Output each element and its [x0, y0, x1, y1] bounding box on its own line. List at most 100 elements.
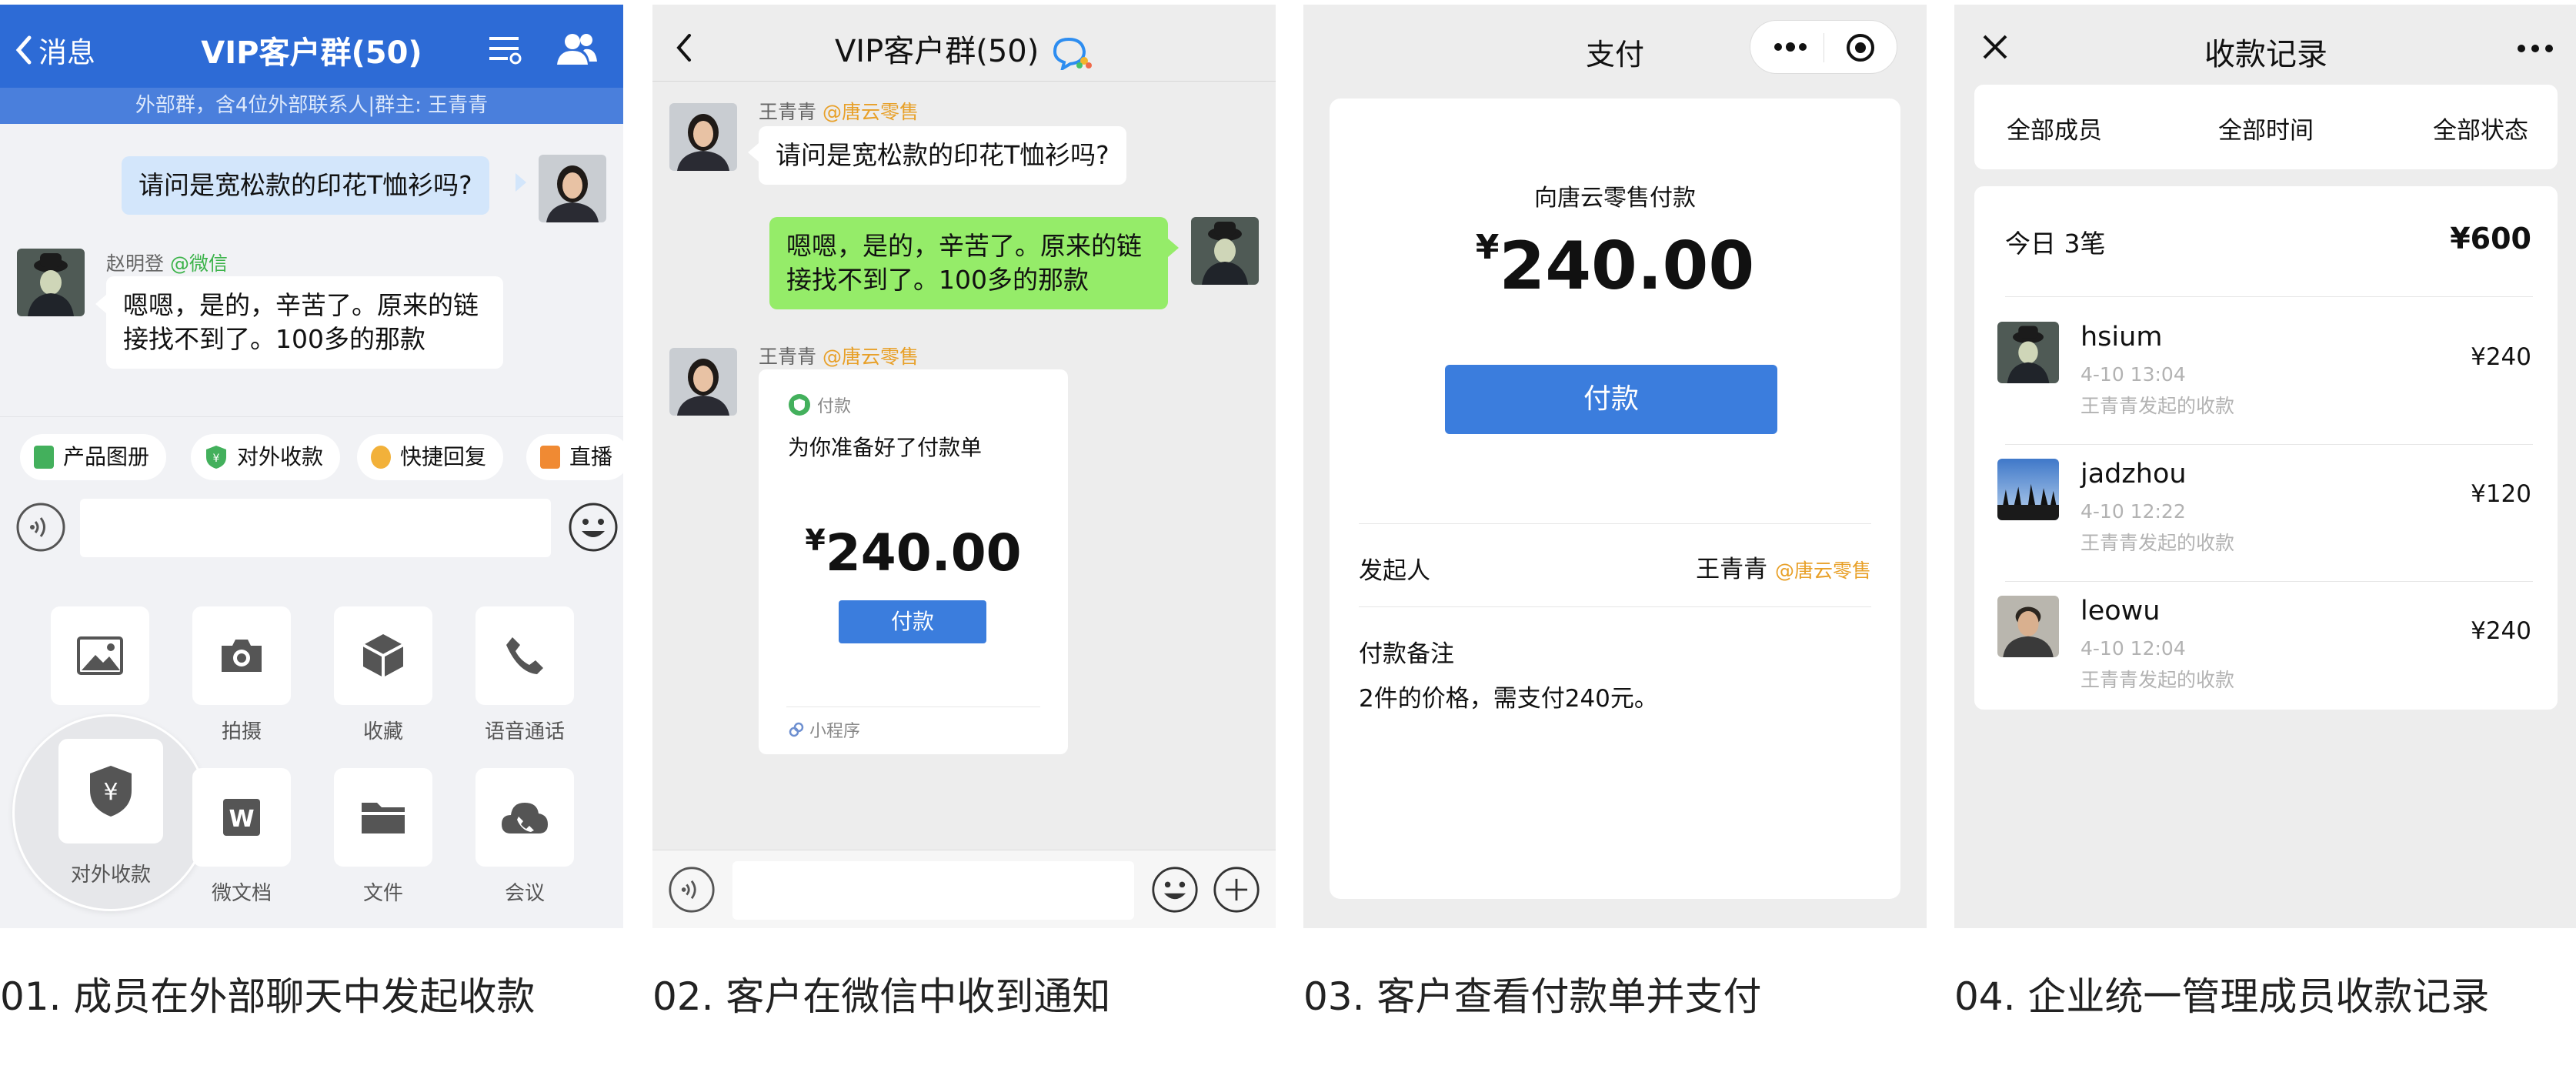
list-settings-icon[interactable]: [488, 34, 522, 65]
record-time: 4-10 12:22: [2080, 500, 2186, 523]
screen-wecom-chat: 消息 VIP客户群(50) 外部群，含4位外部联系人|群主: 王青青 请问是宽松…: [0, 5, 623, 928]
record-row[interactable]: leowu 4-10 12:04 王青青发起的收款 ¥240: [1974, 582, 2558, 719]
record-row[interactable]: hsium 4-10 13:04 王青青发起的收款 ¥240: [1974, 308, 2558, 445]
message-input[interactable]: [80, 499, 551, 557]
plus-icon[interactable]: [1213, 866, 1260, 914]
message-sender: 王青青 @唐云零售: [759, 97, 919, 125]
record-amount: ¥240: [2471, 617, 2531, 645]
top-bar: 消息 VIP客户群(50) 外部群，含4位外部联系人|群主: 王青青: [0, 5, 623, 124]
catalog-icon: [34, 446, 54, 469]
chip-quick-reply[interactable]: 快捷回复: [357, 434, 504, 480]
folder-icon: [362, 803, 405, 833]
card-pay-button[interactable]: 付款: [839, 600, 986, 643]
chip-product-catalog[interactable]: 产品图册: [20, 434, 167, 480]
tool-voice-call[interactable]: [475, 606, 574, 705]
screen-wechat-chat: VIP客户群(50) 王青青 @唐云零售 请问是宽松款的印花T恤衫吗? 嗯嗯，是…: [652, 5, 1276, 928]
avatar[interactable]: [669, 348, 737, 416]
bubble-tail: [1168, 239, 1179, 257]
chat-title: VIP客户群(50): [201, 35, 422, 71]
cube-icon: [362, 634, 404, 677]
voice-input-icon[interactable]: [668, 866, 716, 914]
chat-area: 请问是宽松款的印花T恤衫吗? 赵明登 @微信 嗯嗯，是的，辛苦了。原来的链接找不…: [0, 124, 623, 416]
summary-amount: ¥600: [2450, 222, 2531, 256]
avatar[interactable]: [17, 249, 85, 316]
records-list: 今日 3笔 ¥600 hsium 4-10 13:04 王青青发起的收款 ¥24…: [1974, 186, 2558, 710]
chip-live[interactable]: 直播: [526, 434, 623, 480]
avatar[interactable]: [1191, 217, 1259, 285]
note-label: 付款备注: [1359, 640, 1454, 668]
input-row: [0, 482, 623, 574]
record-initiator: 王青青发起的收款: [2080, 669, 2235, 691]
note-text: 2件的价格，需支付240元。: [1359, 685, 1658, 713]
chip-label: 快捷回复: [400, 444, 487, 469]
tool-meeting[interactable]: [475, 768, 574, 867]
incoming-message: 请问是宽松款的印花T恤衫吗?: [759, 126, 1126, 185]
avatar: [1997, 459, 2059, 520]
card-amount: ¥240.00: [759, 523, 1068, 583]
shield-yen-icon: ¥: [206, 446, 226, 469]
tool-label: 拍摄: [221, 720, 262, 743]
caption-step-3: 03. 客户查看付款单并支付: [1303, 974, 1762, 1019]
filter-status[interactable]: 全部状态: [2433, 111, 2528, 145]
tool-doc[interactable]: W: [192, 768, 291, 867]
woman-portrait-image: [669, 103, 737, 171]
currency-symbol: ¥: [805, 523, 826, 557]
bowler-hat-portrait-image: [1997, 322, 2059, 383]
chat-title-text: VIP客户群(50): [834, 34, 1039, 69]
mini-program-capsule: [1750, 20, 1897, 74]
svg-text:¥: ¥: [103, 779, 118, 806]
tool-favorites[interactable]: [334, 606, 432, 705]
outgoing-message: 请问是宽松款的印花T恤衫吗?: [122, 156, 489, 215]
initiator-name: 王青青: [1696, 556, 1768, 583]
avatar: [1997, 596, 2059, 657]
tool-collect-payment[interactable]: ¥: [58, 739, 163, 843]
svg-text:¥: ¥: [213, 453, 220, 465]
record-name: leowu: [2080, 596, 2161, 626]
mini-program-footer: 小程序: [788, 717, 860, 742]
tool-photo[interactable]: [192, 606, 291, 705]
bubble-tail: [748, 143, 759, 162]
avatar: [1997, 322, 2059, 383]
caption-step-1: 01. 成员在外部聊天中发起收款: [0, 974, 536, 1019]
bowler-hat-portrait-image: [17, 249, 85, 316]
payment-card[interactable]: 付款 为你准备好了付款单 ¥240.00 付款 小程序: [759, 369, 1068, 754]
avatar[interactable]: [539, 155, 606, 222]
quick-reply-icon: [371, 446, 391, 469]
external-group-notice: 外部群，含4位外部联系人|群主: 王青青: [0, 88, 623, 124]
sender-org: @唐云零售: [822, 101, 919, 123]
payee-label: 向唐云零售付款: [1534, 185, 1696, 212]
chip-collect-payment[interactable]: ¥ 对外收款: [191, 434, 341, 480]
bubble-tail: [516, 173, 526, 192]
camera-icon: [222, 640, 262, 672]
members-icon[interactable]: [556, 31, 599, 68]
record-initiator: 王青青发起的收款: [2080, 532, 2235, 554]
payment-amount: ¥240.00: [1330, 228, 1900, 305]
emoji-icon[interactable]: [1151, 866, 1199, 914]
emoji-icon[interactable]: [568, 502, 619, 553]
voice-input-icon[interactable]: [15, 502, 66, 553]
caption-step-4: 04. 企业统一管理成员收款记录: [1954, 974, 2490, 1019]
avatar[interactable]: [669, 103, 737, 171]
bubble-tail: [95, 295, 106, 313]
tool-label: 收藏: [362, 720, 403, 743]
pay-button[interactable]: 付款: [1445, 365, 1777, 434]
tool-label: 语音通话: [484, 720, 565, 743]
message-input[interactable]: [732, 861, 1134, 920]
tool-label: 会议: [504, 882, 545, 905]
caption-step-2: 02. 客户在微信中收到通知: [652, 974, 1111, 1019]
more-icon[interactable]: [2516, 43, 2554, 54]
close-target-icon[interactable]: [1846, 33, 1875, 62]
more-icon[interactable]: [1774, 41, 1807, 53]
record-row[interactable]: jadzhou 4-10 12:22 王青青发起的收款 ¥120: [1974, 445, 2558, 582]
incoming-message: 嗯嗯，是的，辛苦了。原来的链接找不到了。100多的那款: [106, 276, 503, 369]
image-icon: [77, 636, 123, 675]
tool-file[interactable]: [334, 768, 432, 867]
wecom-logo-icon: [1053, 37, 1093, 72]
card-tag-label: 付款: [817, 397, 852, 416]
message-sender: 赵明登 @微信: [106, 249, 228, 276]
record-amount: ¥120: [2471, 480, 2531, 508]
chip-label: 直播: [569, 444, 613, 469]
tool-album[interactable]: [51, 606, 149, 705]
payment-shield-icon: [789, 394, 810, 416]
chip-label: 对外收款: [237, 444, 324, 469]
